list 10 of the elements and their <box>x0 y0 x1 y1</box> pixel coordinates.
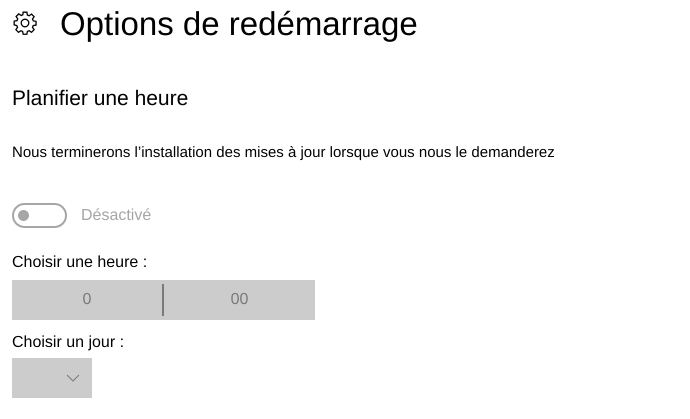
page-title: Options de redémarrage <box>60 6 418 40</box>
time-label: Choisir une heure : <box>12 255 148 271</box>
chevron-down-icon <box>66 374 80 382</box>
settings-icon <box>12 10 38 36</box>
day-label: Choisir un jour : <box>12 335 126 351</box>
hour-value: 0 <box>82 290 92 310</box>
description: Nous terminerons l’installation des mises à jour lorsque vous nous le demanderez <box>12 145 556 160</box>
section-heading: Planifier une heure <box>12 88 190 109</box>
minute-value: 00 <box>230 290 250 310</box>
toggle-label: Désactivé <box>81 206 152 226</box>
